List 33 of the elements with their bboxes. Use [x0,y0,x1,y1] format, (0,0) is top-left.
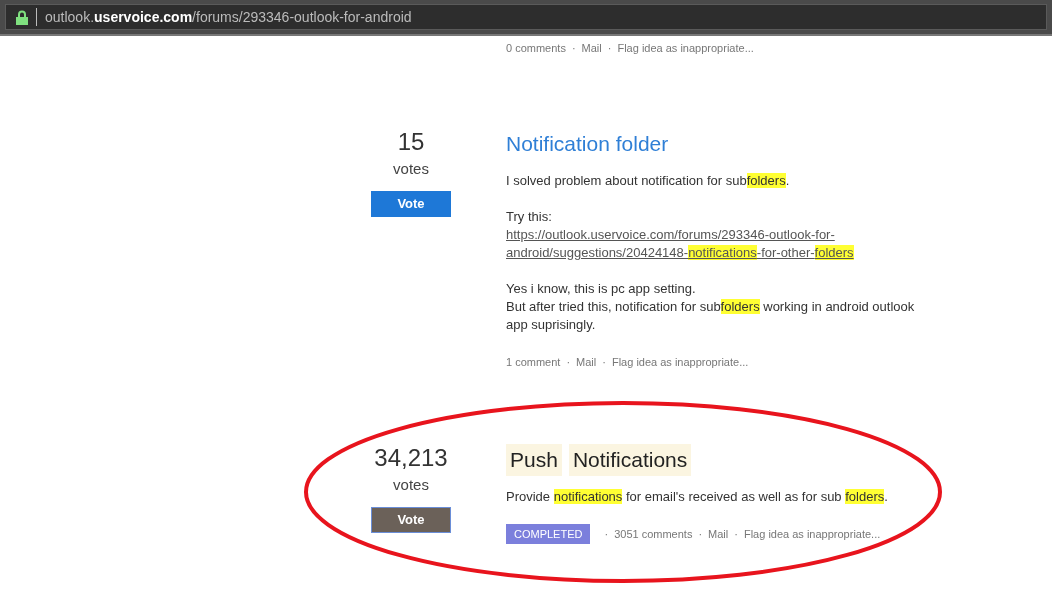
separator-dot: · [566,354,571,370]
suggestion-link[interactable]: https://outlook.uservoice.com/forums/293346-outlook-for- [506,226,916,244]
meta-link[interactable]: Flag idea as inappropriate... [617,39,754,57]
separator-dot: · [604,526,609,542]
comments-link[interactable]: 0 comments [506,39,566,57]
url-text: outlook.uservoice.com/forums/293346-outlook-for-android [45,7,412,27]
separator-dot: · [607,40,612,56]
separator-dot: · [698,526,703,542]
body-text: Try this: [506,208,553,226]
comments-link[interactable]: 3051 comments [614,525,693,543]
vote-button[interactable]: Vote [371,191,451,217]
meta-link[interactable]: Mail [708,525,729,543]
votes-label: votes [393,159,429,179]
vote-count: 34,213 [374,444,448,472]
idea-title[interactable]: Notification folder [506,128,669,160]
vote-count: 15 [397,128,425,156]
separator-dot: · [571,40,576,56]
meta-link[interactable]: Flag idea as inappropriate... [611,353,749,371]
idea-title[interactable]: Notifications [568,444,692,476]
status-badge: COMPLETED [506,524,591,544]
address-bar[interactable]: outlook.uservoice.com/forums/293346-outlook-for-android [5,4,1047,30]
vote-button[interactable]: Vote [371,507,451,533]
body-text: Provide notifications for email's received as well as for sub folders. [506,488,889,506]
meta-link[interactable]: Mail [581,39,602,57]
body-text: Yes i know, this is pc app setting. [506,280,697,298]
votes-label: votes [393,475,429,495]
body-text: app suprisingly. [506,316,597,334]
meta-link[interactable]: Flag idea as inappropriate... [743,525,881,543]
idea-title[interactable]: Push [506,444,562,476]
separator-dot: · [602,354,606,370]
comments-link[interactable]: 1 comment [506,353,561,371]
meta-link[interactable]: Mail [576,353,597,371]
separator-dot: · [734,526,738,542]
